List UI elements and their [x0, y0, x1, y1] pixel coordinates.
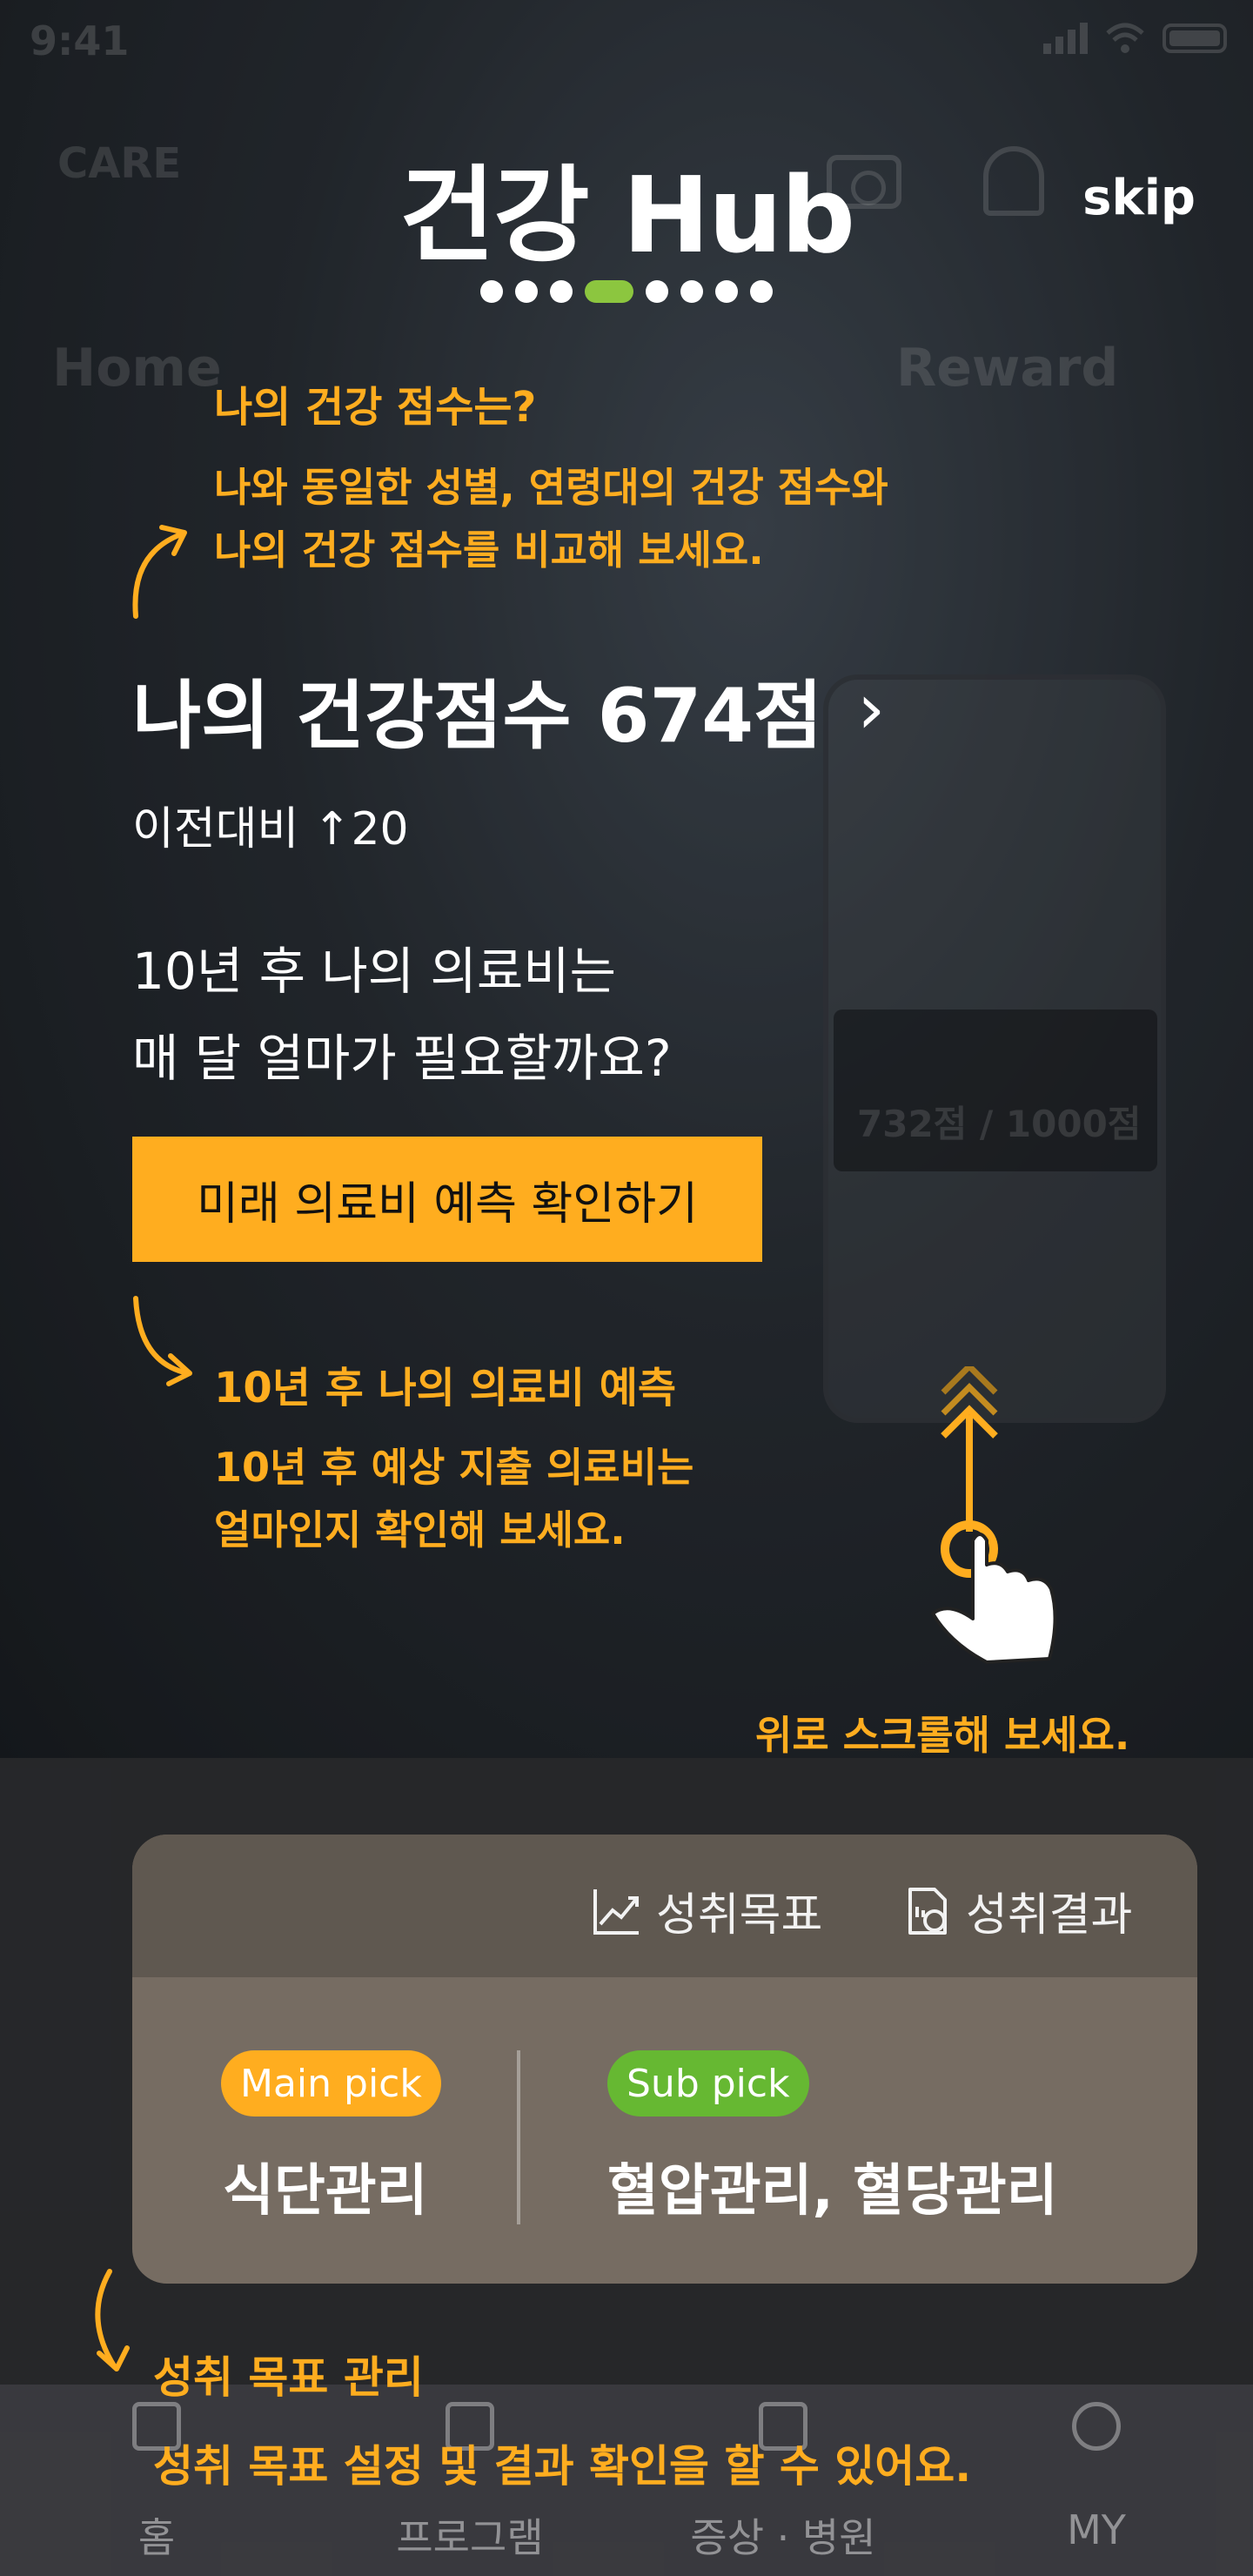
- coach-achievement-desc: 성취 목표 설정 및 결과 확인을 할 수 있어요.: [153, 2441, 972, 2492]
- sub-pick-badge: Sub pick: [607, 2050, 809, 2116]
- nav-label: 증상 · 병원: [690, 2514, 876, 2561]
- pager-dot: [715, 280, 738, 303]
- question-line: 매 달 얼마가 필요할까요?: [132, 1029, 672, 1088]
- card-divider: [517, 2050, 520, 2224]
- page-title: 건강 Hub: [399, 156, 855, 277]
- pager-dot-active: [585, 280, 633, 303]
- pager-dot: [515, 280, 538, 303]
- achievement-card: 성취목표 성취결과 Main pick 식단관리 Sub pick 혈압관리, …: [132, 1835, 1197, 2284]
- pager-dot: [646, 280, 668, 303]
- curved-arrow-icon: [132, 525, 187, 619]
- nav-label: 프로그램: [396, 2514, 544, 2561]
- coach-achievement-title: 성취 목표 관리: [153, 2352, 424, 2403]
- health-score-link[interactable]: 나의 건강점수 674점 ›: [132, 654, 885, 763]
- coach-medical-cost-desc: 10년 후 예상 지출 의료비는 얼마인지 확인해 보세요.: [214, 1436, 694, 1561]
- coach-desc-line: 10년 후 예상 지출 의료비는: [214, 1444, 694, 1491]
- report-document-icon: [908, 1887, 947, 1935]
- user-icon: [1072, 2402, 1121, 2451]
- scroll-hint: 위로 스크롤해 보세요.: [755, 1712, 1130, 1759]
- main-pick-badge: Main pick: [221, 2050, 441, 2116]
- question-line: 10년 후 나의 의료비는: [132, 942, 616, 1001]
- coach-health-score-title: 나의 건강 점수는?: [214, 383, 537, 432]
- predict-medical-cost-button[interactable]: 미래 의료비 예측 확인하기: [132, 1137, 762, 1262]
- coach-medical-cost-title: 10년 후 나의 의료비 예측: [214, 1364, 677, 1412]
- swipe-up-gesture-icon: [931, 1366, 1057, 1664]
- curved-arrow-icon: [95, 2269, 130, 2371]
- nav-item-my[interactable]: MY: [966, 2402, 1227, 2553]
- curved-arrow-icon: [133, 1296, 192, 1386]
- sub-pick-value: 혈압관리, 혈당관리: [607, 2159, 1058, 2224]
- health-score-label: 나의 건강점수 674점: [132, 673, 823, 760]
- pager-dot: [550, 280, 573, 303]
- pager-dot: [480, 280, 503, 303]
- skip-button[interactable]: skip: [1082, 170, 1196, 226]
- pager-dot: [750, 280, 773, 303]
- main-pick-value: 식단관리: [223, 2159, 428, 2224]
- medical-cost-question: 10년 후 나의 의료비는 매 달 얼마가 필요할까요?: [132, 928, 672, 1102]
- achievement-goal-link[interactable]: 성취목표: [592, 1878, 822, 1943]
- achievement-goal-label: 성취목표: [656, 1889, 823, 1942]
- pager-dot: [680, 280, 703, 303]
- chevron-right-icon: ›: [857, 668, 886, 749]
- nav-label: 홈: [137, 2514, 176, 2561]
- coach-desc-line: 나와 동일한 성별, 연령대의 건강 점수와: [214, 464, 888, 511]
- score-compare: 이전대비 ↑20: [132, 803, 409, 855]
- coach-desc-line: 나의 건강 점수를 비교해 보세요.: [214, 527, 764, 574]
- pager-dots: [0, 280, 1253, 303]
- achievement-result-label: 성취결과: [966, 1889, 1133, 1942]
- achievement-result-link[interactable]: 성취결과: [905, 1878, 1132, 1943]
- coach-desc-line: 얼마인지 확인해 보세요.: [214, 1506, 626, 1553]
- nav-label: MY: [1067, 2506, 1126, 2553]
- trend-chart-icon: [593, 1888, 639, 1935]
- coach-health-score-desc: 나와 동일한 성별, 연령대의 건강 점수와 나의 건강 점수를 비교해 보세요…: [214, 456, 888, 581]
